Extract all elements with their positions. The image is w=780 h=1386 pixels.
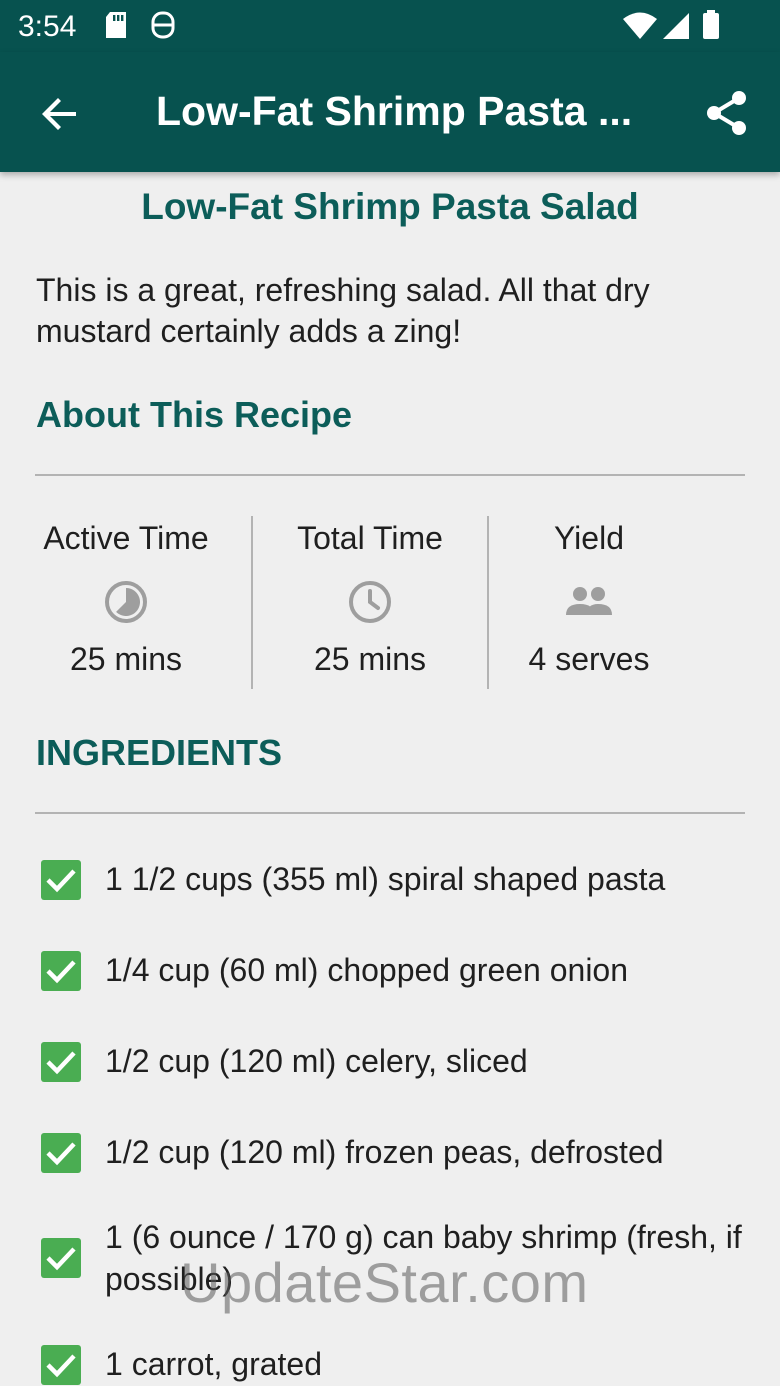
ingredient-text: 1/2 cup (120 ml) frozen peas, defrosted xyxy=(105,1134,664,1170)
ingredient-text: 1 1/2 cups (355 ml) spiral shaped pasta xyxy=(105,861,666,897)
app-bar: Low-Fat Shrimp Pasta ... xyxy=(0,52,780,172)
app-bar-title: Low-Fat Shrimp Pasta ... xyxy=(156,88,633,134)
recipe-content[interactable]: Low-Fat Shrimp Pasta Salad This is a gre… xyxy=(0,172,780,1386)
recipe-title: Low-Fat Shrimp Pasta Salad xyxy=(141,186,639,227)
yield-info: Yield 4 serves xyxy=(492,516,686,688)
battery-icon xyxy=(703,10,719,39)
check-icon xyxy=(46,1051,76,1075)
ingredient-checkbox[interactable] xyxy=(41,1238,81,1278)
yield-value: 4 serves xyxy=(528,641,650,677)
check-icon xyxy=(46,1247,76,1271)
wifi-icon xyxy=(623,12,657,39)
ingredient-checkbox[interactable] xyxy=(41,1133,81,1173)
timer-pie-icon xyxy=(105,581,147,623)
active-time-value: 25 mins xyxy=(69,641,183,677)
total-time-label: Total Time xyxy=(297,520,443,556)
status-time: 3:54 xyxy=(18,10,77,43)
check-icon xyxy=(46,960,76,984)
check-icon xyxy=(46,1354,76,1378)
ingredient-text: 1/4 cup (60 ml) chopped green onion xyxy=(105,952,629,988)
total-time-info: Total Time 25 mins xyxy=(256,516,484,688)
info-separator xyxy=(487,516,489,689)
share-icon[interactable] xyxy=(702,88,752,138)
total-time-value: 25 mins xyxy=(313,641,427,677)
sd-card-icon xyxy=(106,12,126,38)
about-heading: About This Recipe xyxy=(36,394,353,435)
ingredient-checkbox[interactable] xyxy=(41,1345,81,1385)
back-arrow-icon[interactable] xyxy=(36,90,84,138)
yield-label: Yield xyxy=(554,520,624,556)
ingredient-text: 1 carrot, grated xyxy=(105,1346,322,1382)
app-notification-icon xyxy=(151,11,175,39)
ingredient-text: 1/2 cup (120 ml) celery, sliced xyxy=(105,1043,528,1079)
status-bar: 3:54 xyxy=(0,0,780,52)
ingredient-checkbox[interactable] xyxy=(41,951,81,991)
check-icon xyxy=(46,1142,76,1166)
recipe-description: This is a great, refreshing salad. All t… xyxy=(36,272,650,349)
active-time-label: Active Time xyxy=(43,520,209,556)
ingredient-text: 1 (6 ounce / 170 g) can baby shrimp (fre… xyxy=(105,1219,742,1297)
clock-icon xyxy=(349,581,391,623)
ingredient-checkbox[interactable] xyxy=(41,860,81,900)
people-icon xyxy=(566,587,612,615)
active-time-info: Active Time 25 mins xyxy=(20,516,232,688)
ingredients-heading: INGREDIENTS xyxy=(36,732,283,773)
info-separator xyxy=(251,516,253,689)
cell-signal-icon xyxy=(663,13,689,39)
about-divider xyxy=(35,474,745,476)
ingredients-divider xyxy=(35,812,745,814)
check-icon xyxy=(46,869,76,893)
ingredient-checkbox[interactable] xyxy=(41,1042,81,1082)
